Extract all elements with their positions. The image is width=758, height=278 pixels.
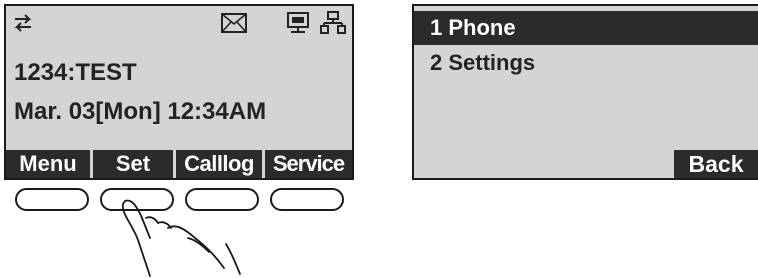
physical-button-4[interactable]	[270, 188, 344, 211]
physical-button-3[interactable]	[185, 188, 259, 211]
hand-pointer-icon	[121, 199, 241, 277]
physical-button-1[interactable]	[15, 188, 89, 211]
